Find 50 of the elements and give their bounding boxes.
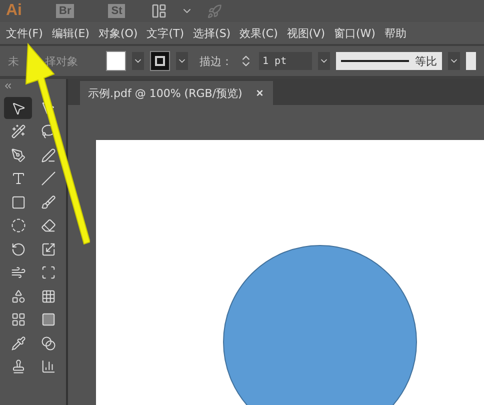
stroke-label: 描边： — [200, 54, 233, 68]
menu-item[interactable]: 编辑(E) — [52, 26, 90, 40]
menu-item[interactable]: 选择(S) — [193, 26, 231, 40]
fill-swatch[interactable] — [106, 51, 126, 71]
menu-item[interactable]: 窗口(W) — [334, 26, 376, 40]
menu-item[interactable]: 文件(F) — [6, 26, 43, 40]
type-icon — [10, 171, 26, 186]
weight-dropdown[interactable] — [318, 52, 330, 70]
collapse-icon[interactable] — [3, 81, 13, 91]
menu-item[interactable]: 对象(O) — [98, 26, 138, 40]
fill-dropdown[interactable] — [132, 52, 144, 70]
gradient-square-icon — [40, 312, 56, 327]
rotate-icon — [10, 242, 26, 256]
eraser-icon — [40, 218, 56, 233]
menu-item[interactable]: 视图(V) — [286, 26, 325, 40]
wind-icon — [10, 265, 26, 280]
pen-line-icon — [40, 148, 56, 162]
close-button[interactable]: × — [256, 86, 264, 100]
profile-chevron[interactable] — [448, 52, 460, 70]
scan-frame-icon — [40, 265, 56, 280]
stroke-swatch[interactable] — [150, 51, 170, 71]
line-icon — [40, 171, 56, 186]
grid-icon — [40, 288, 56, 304]
brush-icon — [40, 194, 56, 210]
document-tab[interactable]: 示例.pdf @ 100% (RGB/预览) × — [80, 81, 274, 105]
selection-tool-icon — [10, 100, 26, 116]
menu-item[interactable]: 文字(T) — [146, 26, 184, 40]
blend-icon — [40, 336, 56, 350]
menu-item[interactable]: 效果(C) — [240, 26, 278, 40]
app-logo: Ai — [6, 2, 22, 20]
brush-dropdown[interactable] — [466, 52, 476, 70]
stroke-dropdown[interactable] — [176, 52, 188, 70]
dashed-circle-icon — [10, 218, 26, 233]
mesh-grid-icon — [10, 312, 26, 327]
menu-item[interactable]: 帮助 — [384, 26, 406, 40]
profile-dropdown[interactable]: 等比 — [336, 52, 442, 70]
layout-icon[interactable] — [151, 3, 168, 19]
eyedropper-icon — [10, 336, 26, 350]
selection-status: 择对象 — [45, 54, 78, 68]
shapes-icon — [10, 288, 26, 304]
selection-status: 未 — [8, 54, 19, 68]
tab-title: 示例.pdf @ 100% (RGB/预览) — [88, 86, 242, 100]
pen-icon — [10, 148, 26, 162]
selection-tool-tool[interactable] — [4, 97, 32, 119]
stroke-weight-field[interactable]: 1 pt — [258, 52, 312, 70]
stamp-icon — [10, 359, 26, 374]
bar-chart-icon — [40, 359, 56, 374]
scale-icon — [40, 242, 56, 256]
magic-wand-icon — [10, 124, 26, 139]
rectangle-icon — [10, 194, 26, 210]
